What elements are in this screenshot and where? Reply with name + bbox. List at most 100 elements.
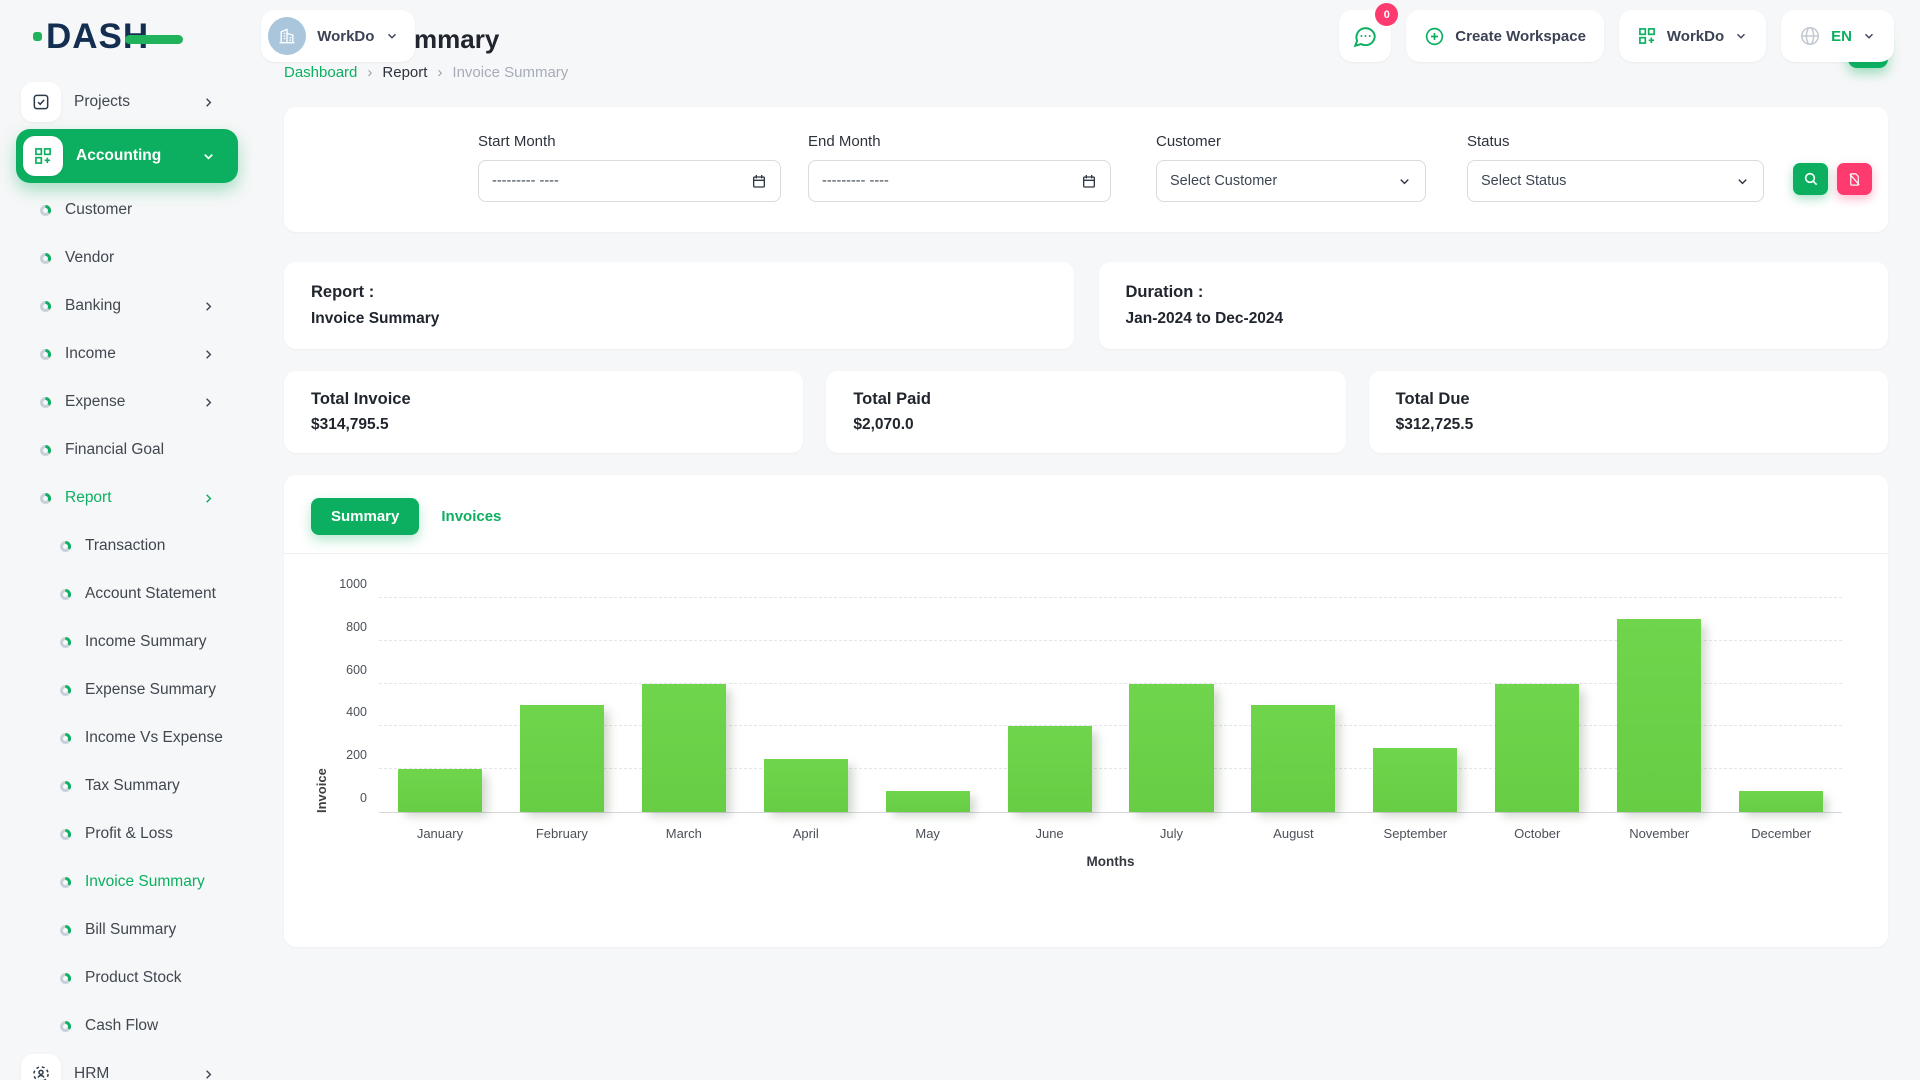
start-month-label: Start Month: [478, 133, 781, 150]
sidebar-item-label: Cash Flow: [85, 1017, 158, 1035]
x-tick-label: December: [1720, 826, 1842, 841]
y-tick-label: 800: [346, 620, 367, 634]
status-select[interactable]: Select Status: [1467, 160, 1764, 202]
x-axis-labels: JanuaryFebruaryMarchAprilMayJuneJulyAugu…: [379, 813, 1842, 841]
chart-card: Summary Invoices Invoice 020040060080010…: [284, 475, 1888, 947]
sidebar-item-account-statement[interactable]: Account Statement: [0, 570, 252, 618]
bullet-icon: [40, 397, 51, 408]
sidebar-item-banking[interactable]: Banking: [0, 282, 252, 330]
end-month-label: End Month: [808, 133, 1111, 150]
workspace-switcher[interactable]: WorkDo: [261, 10, 415, 62]
sidebar-item-report[interactable]: Report: [0, 474, 252, 522]
total-invoice-label: Total Invoice: [311, 390, 776, 409]
sidebar-item-financial-goal[interactable]: Financial Goal: [0, 426, 252, 474]
sidebar-item-label: Vendor: [65, 249, 114, 267]
sidebar-item-projects[interactable]: Projects: [0, 78, 252, 126]
x-axis-title: Months: [379, 841, 1842, 869]
bar-march: [642, 684, 726, 812]
x-tick-label: October: [1476, 826, 1598, 841]
chevron-down-icon: [1734, 29, 1748, 43]
language-selector[interactable]: EN: [1781, 10, 1894, 62]
sidebar-item-label: Report: [65, 489, 112, 507]
status-label: Status: [1467, 133, 1764, 150]
calendar-icon: [751, 173, 767, 189]
bar-may: [886, 791, 970, 812]
sidebar-item-label: Tax Summary: [85, 777, 180, 795]
start-month-input[interactable]: --------- ----: [478, 160, 781, 202]
bar-plot: 02004006008001000: [379, 598, 1842, 813]
x-tick-label: January: [379, 826, 501, 841]
sidebar-item-label: Financial Goal: [65, 441, 164, 459]
create-workspace-button[interactable]: Create Workspace: [1406, 10, 1604, 62]
bullet-icon: [40, 205, 51, 216]
customer-select[interactable]: Select Customer: [1156, 160, 1426, 202]
sidebar-item-product-stock[interactable]: Product Stock: [0, 954, 252, 1002]
bullet-icon: [60, 1021, 71, 1032]
workdo-menu-button[interactable]: WorkDo: [1619, 10, 1766, 62]
main-content: Invoice Summary Dashboard › Report › Inv…: [252, 0, 1920, 947]
chevron-down-icon: [385, 29, 399, 43]
status-select-value: Select Status: [1481, 173, 1566, 189]
chevron-right-icon: [201, 95, 216, 110]
bar-august: [1251, 705, 1335, 812]
sidebar-item-label: Account Statement: [85, 585, 216, 603]
bar-october: [1495, 684, 1579, 812]
modules-icon: [23, 136, 63, 176]
bar-february: [520, 705, 604, 812]
sidebar-item-accounting[interactable]: Accounting: [16, 129, 238, 183]
sidebar-item-cash-flow[interactable]: Cash Flow: [0, 1002, 252, 1050]
y-tick-label: 200: [346, 748, 367, 762]
reset-filter-button[interactable]: [1837, 163, 1872, 195]
tab-summary[interactable]: Summary: [311, 498, 419, 535]
apply-filter-button[interactable]: [1793, 163, 1828, 195]
total-invoice-value: $314,795.5: [311, 416, 776, 434]
filter-card: Start Month --------- ---- End Month ---…: [284, 107, 1888, 232]
building-icon: [277, 26, 297, 46]
total-paid-label: Total Paid: [853, 390, 1318, 409]
bullet-icon: [60, 925, 71, 936]
bar-slot: [379, 598, 501, 812]
sidebar-item-income-summary[interactable]: Income Summary: [0, 618, 252, 666]
create-workspace-label: Create Workspace: [1455, 28, 1586, 45]
sidebar-item-expense[interactable]: Expense: [0, 378, 252, 426]
end-month-input[interactable]: --------- ----: [808, 160, 1111, 202]
bar-april: [764, 759, 848, 813]
calendar-icon: [1081, 173, 1097, 189]
bar-november: [1617, 619, 1701, 812]
sidebar-item-transaction[interactable]: Transaction: [0, 522, 252, 570]
x-tick-label: June: [989, 826, 1111, 841]
topbar-actions: 0 Create Workspace WorkDo EN: [1339, 10, 1894, 62]
sidebar-item-label: Accounting: [76, 147, 161, 165]
sidebar-item-vendor[interactable]: Vendor: [0, 234, 252, 282]
x-tick-label: May: [867, 826, 989, 841]
file-off-icon: [1847, 172, 1862, 187]
y-axis-title: Invoice: [314, 598, 329, 813]
tab-invoices[interactable]: Invoices: [437, 498, 505, 535]
bar-december: [1739, 791, 1823, 812]
chevron-right-icon: [201, 395, 216, 410]
duration-value: Jan-2024 to Dec-2024: [1126, 310, 1862, 328]
sidebar-item-tax-summary[interactable]: Tax Summary: [0, 762, 252, 810]
bullet-icon: [40, 253, 51, 264]
chevron-down-icon: [1862, 29, 1876, 43]
sidebar-item-hrm[interactable]: HRM: [0, 1050, 252, 1080]
bullet-icon: [40, 301, 51, 312]
bar-slot: [623, 598, 745, 812]
chevron-right-icon: [201, 299, 216, 314]
sidebar-item-invoice-summary[interactable]: Invoice Summary: [0, 858, 252, 906]
sidebar-item-income-vs-expense[interactable]: Income Vs Expense: [0, 714, 252, 762]
sidebar-item-label: Expense Summary: [85, 681, 216, 699]
messages-button[interactable]: 0: [1339, 10, 1391, 62]
chevron-down-icon: [1397, 174, 1412, 189]
sidebar-item-bill-summary[interactable]: Bill Summary: [0, 906, 252, 954]
notification-badge: 0: [1375, 3, 1398, 26]
sidebar-item-profit-loss[interactable]: Profit & Loss: [0, 810, 252, 858]
logo-dash-bar: [125, 35, 183, 44]
bullet-icon: [60, 541, 71, 552]
sidebar-item-income[interactable]: Income: [0, 330, 252, 378]
x-tick-label: March: [623, 826, 745, 841]
bullet-icon: [40, 493, 51, 504]
sidebar-item-expense-summary[interactable]: Expense Summary: [0, 666, 252, 714]
checkbox-icon: [21, 82, 61, 122]
sidebar-item-customer[interactable]: Customer: [0, 186, 252, 234]
